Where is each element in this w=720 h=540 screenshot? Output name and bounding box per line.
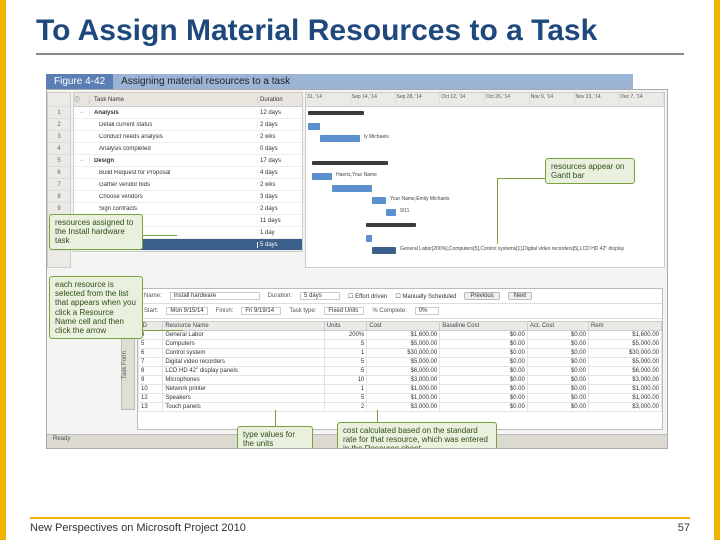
callout-gantt-bar: resources appear on Gantt bar — [545, 158, 635, 184]
resource-row[interactable]: 12Speakers5$1,000.00$0.00$0.00$1,000.00 — [139, 394, 662, 403]
col-units[interactable]: Units — [324, 322, 366, 331]
effort-driven-checkbox[interactable]: ☐ Effort driven — [348, 293, 387, 300]
tasktype-field[interactable]: Fixed Units — [324, 307, 364, 315]
slide-footer: New Perspectives on Microsoft Project 20… — [30, 517, 690, 534]
task-row[interactable]: Build Request for Proposal4 days — [74, 167, 302, 179]
finish-field[interactable]: Fri 9/19/14 — [241, 307, 281, 315]
project-screenshot: Gantt Chart Task Form 1 2 3 4 5 6 7 8 9 … — [46, 89, 668, 449]
task-bar — [332, 185, 372, 192]
callout-resource-list: each resource is selected from the list … — [49, 276, 143, 339]
form-header-row1: Name: Install hardware Duration: 5 days … — [138, 289, 662, 304]
col-resource-name[interactable]: Resource Name — [163, 322, 324, 331]
finish-label: Finish: — [216, 308, 234, 314]
resource-row[interactable]: 10Network printer1$1,000.00$0.00$0.00$1,… — [139, 385, 662, 394]
callout-type-units: type values for the units — [237, 426, 313, 449]
figure-label: Figure 4-42 — [46, 74, 113, 89]
task-row[interactable]: Choose vendors3 days — [74, 191, 302, 203]
name-label: Name: — [144, 293, 162, 299]
task-bar — [312, 173, 332, 180]
task-row[interactable]: −Analysis12 days — [74, 107, 302, 119]
col-rem[interactable]: Rem — [588, 322, 661, 331]
next-button[interactable]: Next — [508, 292, 532, 300]
gantt-timeline-header: 31, '14Sep 14, '14Sep 28, '14Oct 12, '14… — [306, 93, 664, 107]
info-icon: ⓘ — [74, 95, 90, 104]
task-bar — [372, 197, 386, 204]
resource-row[interactable]: 6Control system1$30,000.00$0.00$0.00$30,… — [139, 349, 662, 358]
col-baseline-cost[interactable]: Baseline Cost — [440, 322, 528, 331]
summary-bar-analysis — [308, 111, 364, 115]
footer-left: New Perspectives on Microsoft Project 20… — [30, 522, 246, 534]
footer-page-number: 57 — [678, 522, 690, 534]
complete-label: % Complete: — [372, 308, 406, 314]
figure-wrap: Figure 4-42Assigning material resources … — [46, 71, 674, 449]
complete-field[interactable]: 0% — [415, 307, 439, 315]
start-label: Start: — [144, 308, 158, 314]
tasktype-label: Task type: — [289, 308, 316, 314]
col-task-name[interactable]: Task Name — [90, 97, 258, 103]
task-bar — [320, 135, 360, 142]
callout-resources-assigned: resources assigned to the Install hardwa… — [49, 214, 143, 250]
resource-table[interactable]: ID Resource Name Units Cost Baseline Cos… — [138, 321, 662, 412]
name-field[interactable]: Install hardware — [170, 292, 260, 300]
col-cost[interactable]: Cost — [367, 322, 440, 331]
duration-label: Duration: — [268, 293, 292, 299]
task-bar — [386, 209, 396, 216]
slide-title: To Assign Material Resources to a Task — [36, 14, 684, 55]
col-act-cost[interactable]: Act. Cost — [527, 322, 588, 331]
figure-caption: Assigning material resources to a task — [113, 74, 633, 89]
task-bar — [366, 235, 372, 242]
previous-button[interactable]: Previous — [464, 292, 499, 300]
task-bar — [308, 123, 320, 130]
form-header-row2: Start: Mon 9/15/14 Finish: Fri 9/19/14 T… — [138, 304, 662, 319]
resource-row[interactable]: 13Touch panels2$3,000.00$0.00$0.00$3,000… — [139, 403, 662, 412]
resource-row[interactable]: 9Microphones10$3,000.00$0.00$0.00$3,000.… — [139, 376, 662, 385]
resource-row[interactable]: 7Digital video recorders5$5,000.00$0.00$… — [139, 358, 662, 367]
resource-row[interactable]: 5Computers5$5,000.00$0.00$0.00$5,000.00 — [139, 340, 662, 349]
resource-row[interactable]: 8LCD HD 42" display panels5$6,000.00$0.0… — [139, 367, 662, 376]
col-duration[interactable]: Duration — [258, 97, 302, 103]
task-row[interactable]: Analysis completed0 days — [74, 143, 302, 155]
task-row[interactable]: Gather vendor bids2 wks — [74, 179, 302, 191]
slide: To Assign Material Resources to a Task F… — [0, 0, 720, 540]
start-field[interactable]: Mon 9/15/14 — [166, 307, 207, 315]
task-form-pane: Name: Install hardware Duration: 5 days … — [137, 288, 663, 430]
task-row[interactable]: −Design17 days — [74, 155, 302, 167]
task-row[interactable]: Conduct needs analysis2 wks — [74, 131, 302, 143]
callout-cost-calc: cost calculated based on the standard ra… — [337, 422, 497, 449]
gantt-body: ly Michaels Haertz,Your Name Your Name,E… — [306, 107, 664, 267]
task-row[interactable]: Detail current status2 days — [74, 119, 302, 131]
summary-bar-design — [312, 161, 388, 165]
task-table-header: ⓘ Task Name Duration — [74, 93, 302, 107]
resource-row[interactable]: 3General Labor200%$1,600.00$0.00$0.00$1,… — [139, 331, 662, 340]
manually-scheduled-checkbox[interactable]: ☐ Manually Scheduled — [395, 293, 456, 300]
task-bar-selected[interactable] — [372, 247, 396, 254]
duration-field[interactable]: 5 days — [300, 292, 340, 300]
summary-bar-install — [366, 223, 416, 227]
title-block: To Assign Material Resources to a Task — [6, 0, 714, 59]
